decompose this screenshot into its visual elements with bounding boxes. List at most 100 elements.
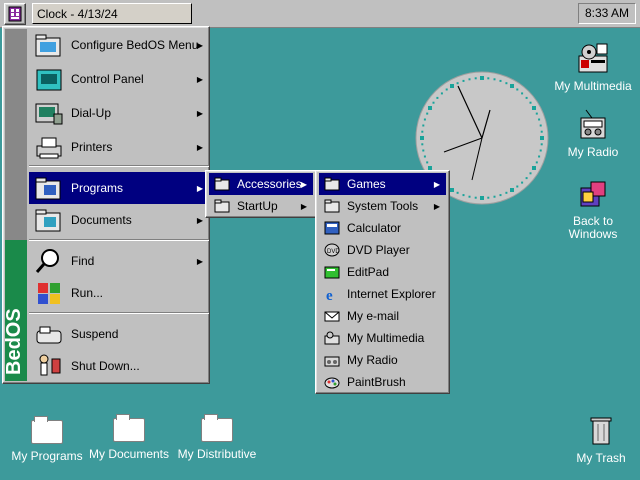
submenu-arrow-icon: ▶ [196,215,203,225]
email-icon [323,308,341,324]
clock-tick [456,191,459,194]
clock-tick [450,84,454,88]
desktop-icon-my-distributive[interactable]: My Distributive [172,414,262,461]
desktop-icon-label: My Distributive [177,447,257,461]
control-panel-icon [33,65,65,93]
clock-tick [532,106,536,110]
dialup-icon [33,99,65,127]
clock-tick [474,196,477,199]
submenu-item-system-tools[interactable]: System Tools ▶ [319,195,446,217]
multimedia-icon [323,330,341,346]
folder-icon [113,414,145,442]
clock-tick [516,185,519,188]
clock-tick [529,101,532,104]
desktop-icon-label: My Multimedia [554,79,632,93]
svg-text:e: e [326,288,333,301]
menu-item-run[interactable]: Run... [29,277,209,309]
menu-item-label: Internet Explorer [347,287,436,301]
menu-item-label: Suspend [71,327,119,341]
internet-explorer-icon: e [323,286,341,302]
menu-item-label: System Tools [347,199,419,213]
desktop-icon-label: My Documents [88,447,170,461]
submenu-arrow-icon: ▶ [196,256,203,266]
clock-tick [510,84,514,88]
clock-tick [505,191,508,194]
menu-separator [29,165,209,167]
submenu-item-accessories[interactable]: Accessories ▶ [209,173,313,195]
desktop-icon-label: Back to Windows [568,214,618,241]
submenu-arrow-icon: ▶ [433,201,440,211]
desktop-icon-label: My Programs [11,449,83,463]
menu-item-printers[interactable]: Printers ▶ [29,131,209,163]
desktop-icon-multimedia[interactable]: My Multimedia [548,42,638,93]
submenu-item-my-email[interactable]: My e-mail [319,305,446,327]
clock-tick [505,82,508,85]
desktop-icon-my-documents[interactable]: My Documents [84,414,174,461]
submenu-item-my-radio[interactable]: My Radio [319,349,446,371]
clock-tick [525,96,528,99]
submenu-item-my-multimedia[interactable]: My Multimedia [319,327,446,349]
clock-tick [487,77,490,80]
menu-item-suspend[interactable]: Suspend [29,318,209,350]
clock-tick [468,78,471,81]
clock-tick [529,172,532,175]
taskbar-window-button[interactable]: Clock - 4/13/24 [32,3,192,24]
clock-tick [462,79,465,82]
clock-tick [540,130,543,133]
menu-item-label: Games [347,177,386,191]
menu-item-documents[interactable]: Documents ▶ [29,204,209,236]
menu-item-programs[interactable]: Programs ▶ [29,172,209,204]
desktop-icon-radio[interactable]: My Radio [548,108,638,159]
run-icon [33,279,65,307]
menu-item-label: My Radio [347,353,398,367]
folder-icon [201,414,233,442]
clock-tick [535,112,538,115]
radio-icon [323,352,341,368]
desktop-icon-trash[interactable]: My Trash [556,414,640,465]
menu-item-label: Run... [71,286,104,300]
desktop-icon-label: My Radio [567,145,619,159]
tray-clock[interactable]: 8:33 AM [578,3,636,24]
clock-tick [450,188,454,192]
submenu-arrow-icon: ▶ [300,201,307,211]
submenu-item-paintbrush[interactable]: PaintBrush [319,371,446,393]
magnifier-icon [33,247,65,275]
clock-tick [421,143,424,146]
menu-item-label: Dial-Up [71,106,112,120]
clock-tick [499,194,502,197]
submenu-arrow-icon: ▶ [433,179,440,189]
menu-item-control-panel[interactable]: Control Panel ▶ [29,63,209,95]
submenu-item-calculator[interactable]: Calculator [319,217,446,239]
submenu-arrow-icon: ▶ [196,142,203,152]
printer-icon [33,133,65,161]
menu-item-label: EditPad [347,265,390,279]
blocks-icon [580,181,606,207]
folder-icon [31,416,63,444]
clock-tick [426,112,429,115]
menu-item-dialup[interactable]: Dial-Up ▶ [29,97,209,129]
clock-tick [539,124,542,127]
submenu-item-internet-explorer[interactable]: e Internet Explorer [319,283,446,305]
clock-tick [499,79,502,82]
clock-tick [480,196,484,200]
suspend-icon [33,320,65,348]
trash-icon [590,417,612,445]
start-button[interactable] [4,3,26,25]
clock-tick [538,155,541,158]
clock-tick [456,82,459,85]
menu-item-configure[interactable]: Configure BedOS Menu ▶ [29,29,209,61]
submenu-item-dvd-player[interactable]: DVD DVD Player [319,239,446,261]
menu-item-label: My Multimedia [347,331,425,345]
calculator-icon [323,220,341,236]
submenu-item-startup[interactable]: StartUp ▶ [209,195,313,217]
clock-tick [426,161,429,164]
submenu-item-editpad[interactable]: EditPad [319,261,446,283]
menu-item-label: DVD Player [347,243,410,257]
desktop-icon-back-to-windows[interactable]: Back to Windows [548,178,638,241]
submenu-item-games[interactable]: Games ▶ [319,173,446,195]
bedos-logo-icon [8,6,22,22]
clock-tick [422,124,425,127]
desktop-icon-my-programs[interactable]: My Programs [2,416,92,463]
menu-item-find[interactable]: Find ▶ [29,245,209,277]
menu-item-shutdown[interactable]: Shut Down... [29,350,209,382]
